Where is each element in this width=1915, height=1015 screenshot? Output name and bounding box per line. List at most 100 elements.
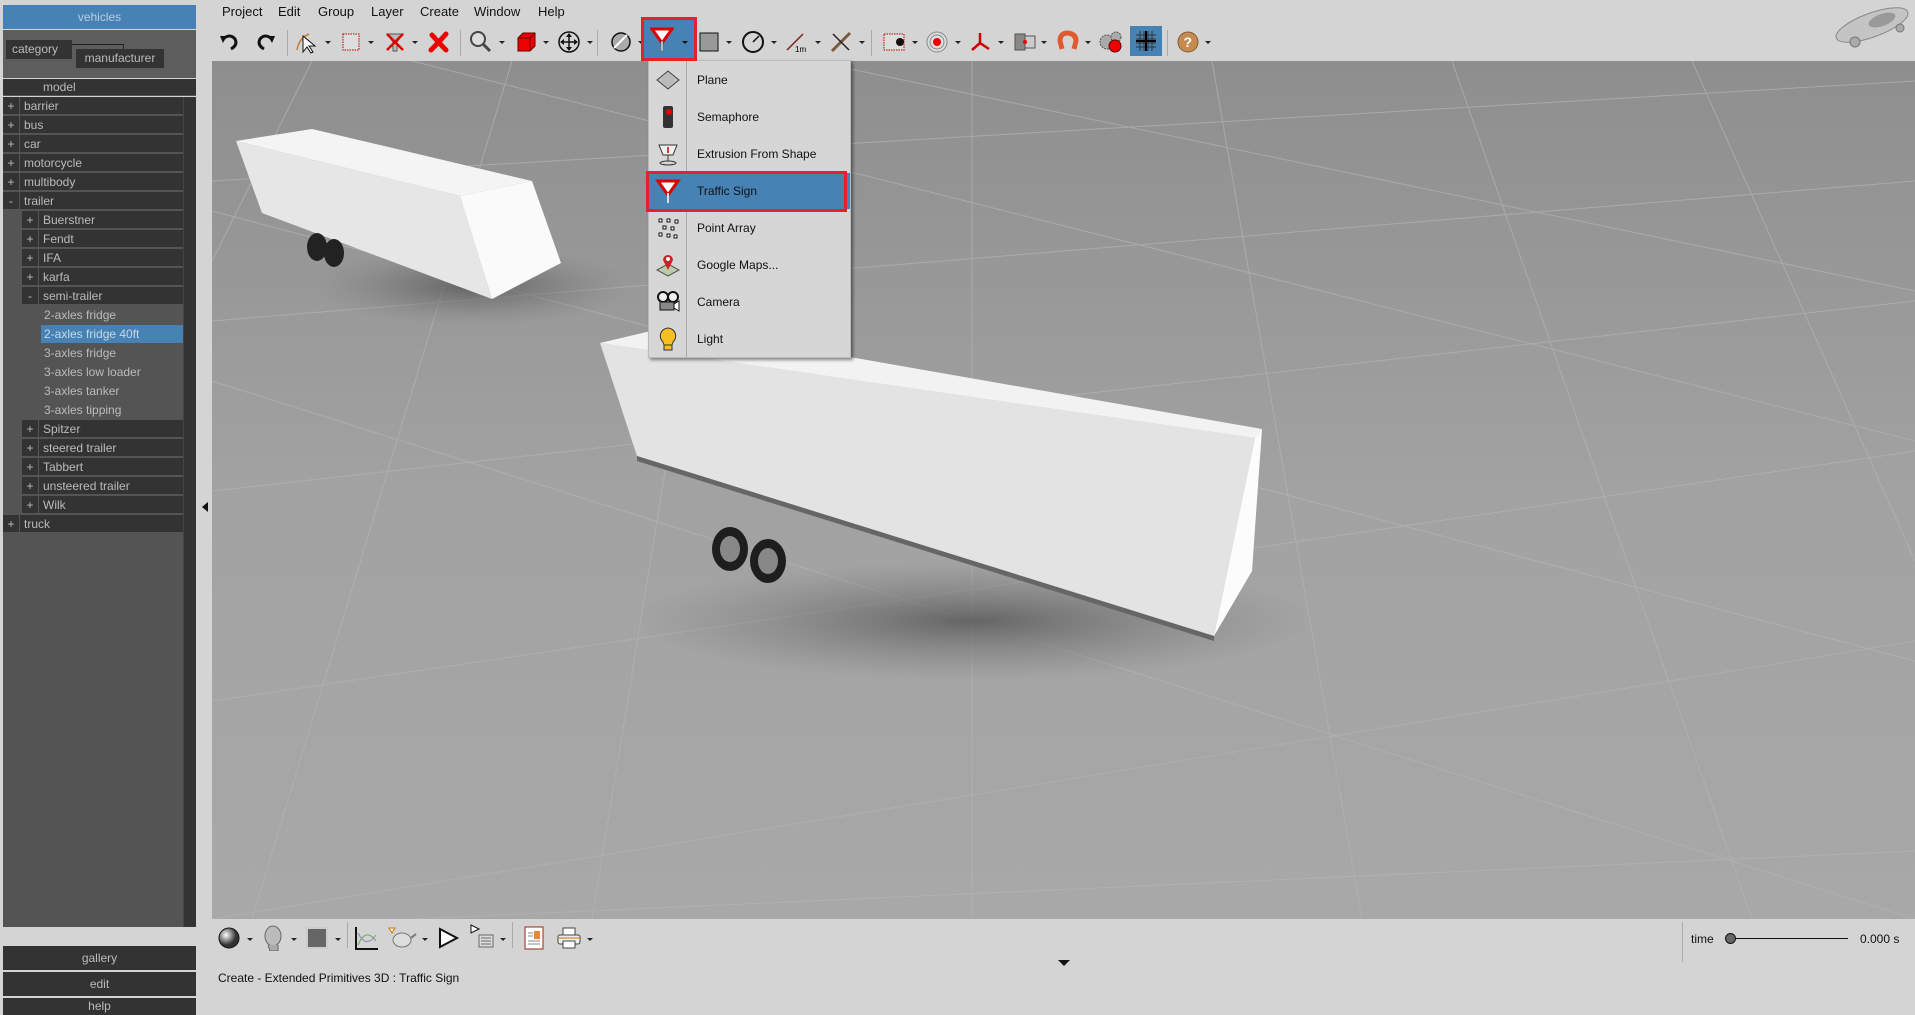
move-dropdown-icon[interactable] — [587, 41, 593, 44]
camera-frame-dropdown-icon[interactable] — [912, 41, 918, 44]
collapse-left-icon[interactable] — [202, 502, 208, 512]
expand-toggle[interactable]: + — [3, 97, 20, 115]
help-button[interactable]: help — [3, 998, 196, 1015]
tree-item[interactable]: 3-axles low loader — [41, 363, 183, 381]
library-title[interactable]: vehicles — [3, 5, 196, 29]
menu-item-extrusion[interactable]: Extrusion From Shape — [649, 136, 850, 172]
play-button[interactable] — [433, 924, 463, 952]
tree-item[interactable]: + bus — [3, 116, 183, 134]
magnet-dropdown-icon[interactable] — [1085, 41, 1091, 44]
tree-item[interactable]: - semi-trailer — [22, 287, 183, 305]
redo-button[interactable] — [251, 28, 281, 56]
expand-toggle[interactable]: + — [22, 420, 39, 438]
edit-button[interactable]: edit — [3, 972, 196, 996]
tree-item[interactable]: - trailer — [3, 192, 183, 210]
tree-item[interactable]: + car — [3, 135, 183, 153]
expand-toggle[interactable]: + — [22, 477, 39, 495]
expand-toggle[interactable]: + — [22, 211, 39, 229]
expand-toggle[interactable]: + — [3, 135, 20, 153]
move-button[interactable] — [554, 28, 584, 56]
zoom-dropdown-icon[interactable] — [499, 41, 505, 44]
menu-edit[interactable]: Edit — [278, 4, 300, 19]
menu-window[interactable]: Window — [474, 4, 520, 19]
expand-toggle[interactable]: + — [22, 230, 39, 248]
magnet-button[interactable] — [1053, 28, 1083, 56]
select-tool-button[interactable] — [292, 28, 322, 56]
print-dropdown-icon[interactable] — [587, 938, 593, 941]
collapse-toggle[interactable]: - — [3, 192, 20, 210]
panel-collapse-bar[interactable] — [200, 60, 212, 920]
axes-dropdown-icon[interactable] — [998, 41, 1004, 44]
expand-bottom-panel-icon[interactable] — [1058, 960, 1070, 966]
facet-category[interactable]: category — [6, 40, 72, 59]
menu-item-light[interactable]: Light — [649, 321, 850, 357]
tree-item[interactable]: + karfa — [22, 268, 183, 286]
tree-item[interactable]: + IFA — [22, 249, 183, 267]
measure-dropdown-icon[interactable] — [815, 41, 821, 44]
expand-toggle[interactable]: + — [22, 268, 39, 286]
cube-dropdown-icon[interactable] — [543, 41, 549, 44]
tree-item[interactable]: + Wilk — [22, 496, 183, 514]
tree-item[interactable]: 2-axles fridge 40ft — [41, 325, 183, 343]
tree-item[interactable]: 3-axles tipping — [41, 401, 183, 419]
expand-toggle[interactable]: + — [22, 458, 39, 476]
expand-toggle[interactable]: + — [22, 496, 39, 514]
rect-select-button[interactable] — [336, 28, 366, 56]
model-column-header[interactable]: model — [3, 79, 196, 96]
menu-create[interactable]: Create — [420, 4, 459, 19]
tree-item[interactable]: 3-axles fridge — [41, 344, 183, 362]
color-button[interactable] — [302, 924, 332, 952]
help-dropdown-icon[interactable] — [1205, 41, 1211, 44]
expand-toggle[interactable]: + — [3, 173, 20, 191]
sphere-button[interactable] — [606, 28, 636, 56]
menu-project[interactable]: Project — [222, 4, 262, 19]
play-list-dropdown-icon[interactable] — [500, 938, 506, 941]
grid-toggle-button[interactable] — [1130, 26, 1162, 56]
tree-item[interactable]: + barrier — [3, 97, 183, 115]
menu-item-plane[interactable]: Plane — [649, 62, 850, 98]
teapot-button[interactable] — [387, 924, 417, 952]
plane-tool-button[interactable] — [694, 28, 724, 56]
material-button[interactable] — [214, 924, 244, 952]
3d-viewport[interactable] — [212, 61, 1915, 919]
plane-dropdown-icon[interactable] — [726, 41, 732, 44]
tree-item[interactable]: + Tabbert — [22, 458, 183, 476]
facet-manufacturer[interactable]: manufacturer — [76, 49, 164, 68]
expand-toggle[interactable]: + — [22, 439, 39, 457]
print-button[interactable] — [554, 924, 584, 952]
help-button-toolbar[interactable]: ? — [1173, 28, 1203, 56]
report-button[interactable] — [519, 924, 549, 952]
target-button[interactable] — [922, 28, 952, 56]
head-dropdown-icon[interactable] — [291, 938, 297, 941]
gears-record-button[interactable] — [1096, 28, 1126, 56]
graph-button[interactable] — [352, 924, 382, 952]
mirror-button[interactable] — [1010, 28, 1040, 56]
snap-dropdown-icon[interactable] — [859, 41, 865, 44]
menu-layer[interactable]: Layer — [371, 4, 404, 19]
rect-select-dropdown-icon[interactable] — [368, 41, 374, 44]
select-dropdown-icon[interactable] — [325, 41, 331, 44]
teapot-dropdown-icon[interactable] — [422, 938, 428, 941]
tree-item[interactable]: + steered trailer — [22, 439, 183, 457]
expand-toggle[interactable]: + — [22, 249, 39, 267]
expand-toggle[interactable]: + — [3, 116, 20, 134]
menu-help[interactable]: Help — [538, 4, 565, 19]
snap-button[interactable] — [826, 28, 856, 56]
tree-item[interactable]: 2-axles fridge — [41, 306, 183, 324]
color-dropdown-icon[interactable] — [335, 938, 341, 941]
zoom-button[interactable] — [466, 28, 496, 56]
tree-item[interactable]: + Buerstner — [22, 211, 183, 229]
tree-item[interactable]: 3-axles tanker — [41, 382, 183, 400]
tree-scrollbar[interactable] — [183, 97, 196, 927]
tree-item[interactable]: + truck — [3, 515, 183, 533]
menu-item-point-array[interactable]: Point Array — [649, 210, 850, 246]
circle-tool-button[interactable] — [738, 28, 768, 56]
axes-button[interactable] — [965, 28, 995, 56]
head-button[interactable] — [258, 924, 288, 952]
time-slider-handle[interactable] — [1725, 933, 1736, 944]
menu-item-semaphore[interactable]: Semaphore — [649, 99, 850, 135]
tree-item[interactable]: + Fendt — [22, 230, 183, 248]
expand-toggle[interactable]: + — [3, 154, 20, 172]
circle-dropdown-icon[interactable] — [771, 41, 777, 44]
play-list-button[interactable] — [467, 922, 497, 950]
